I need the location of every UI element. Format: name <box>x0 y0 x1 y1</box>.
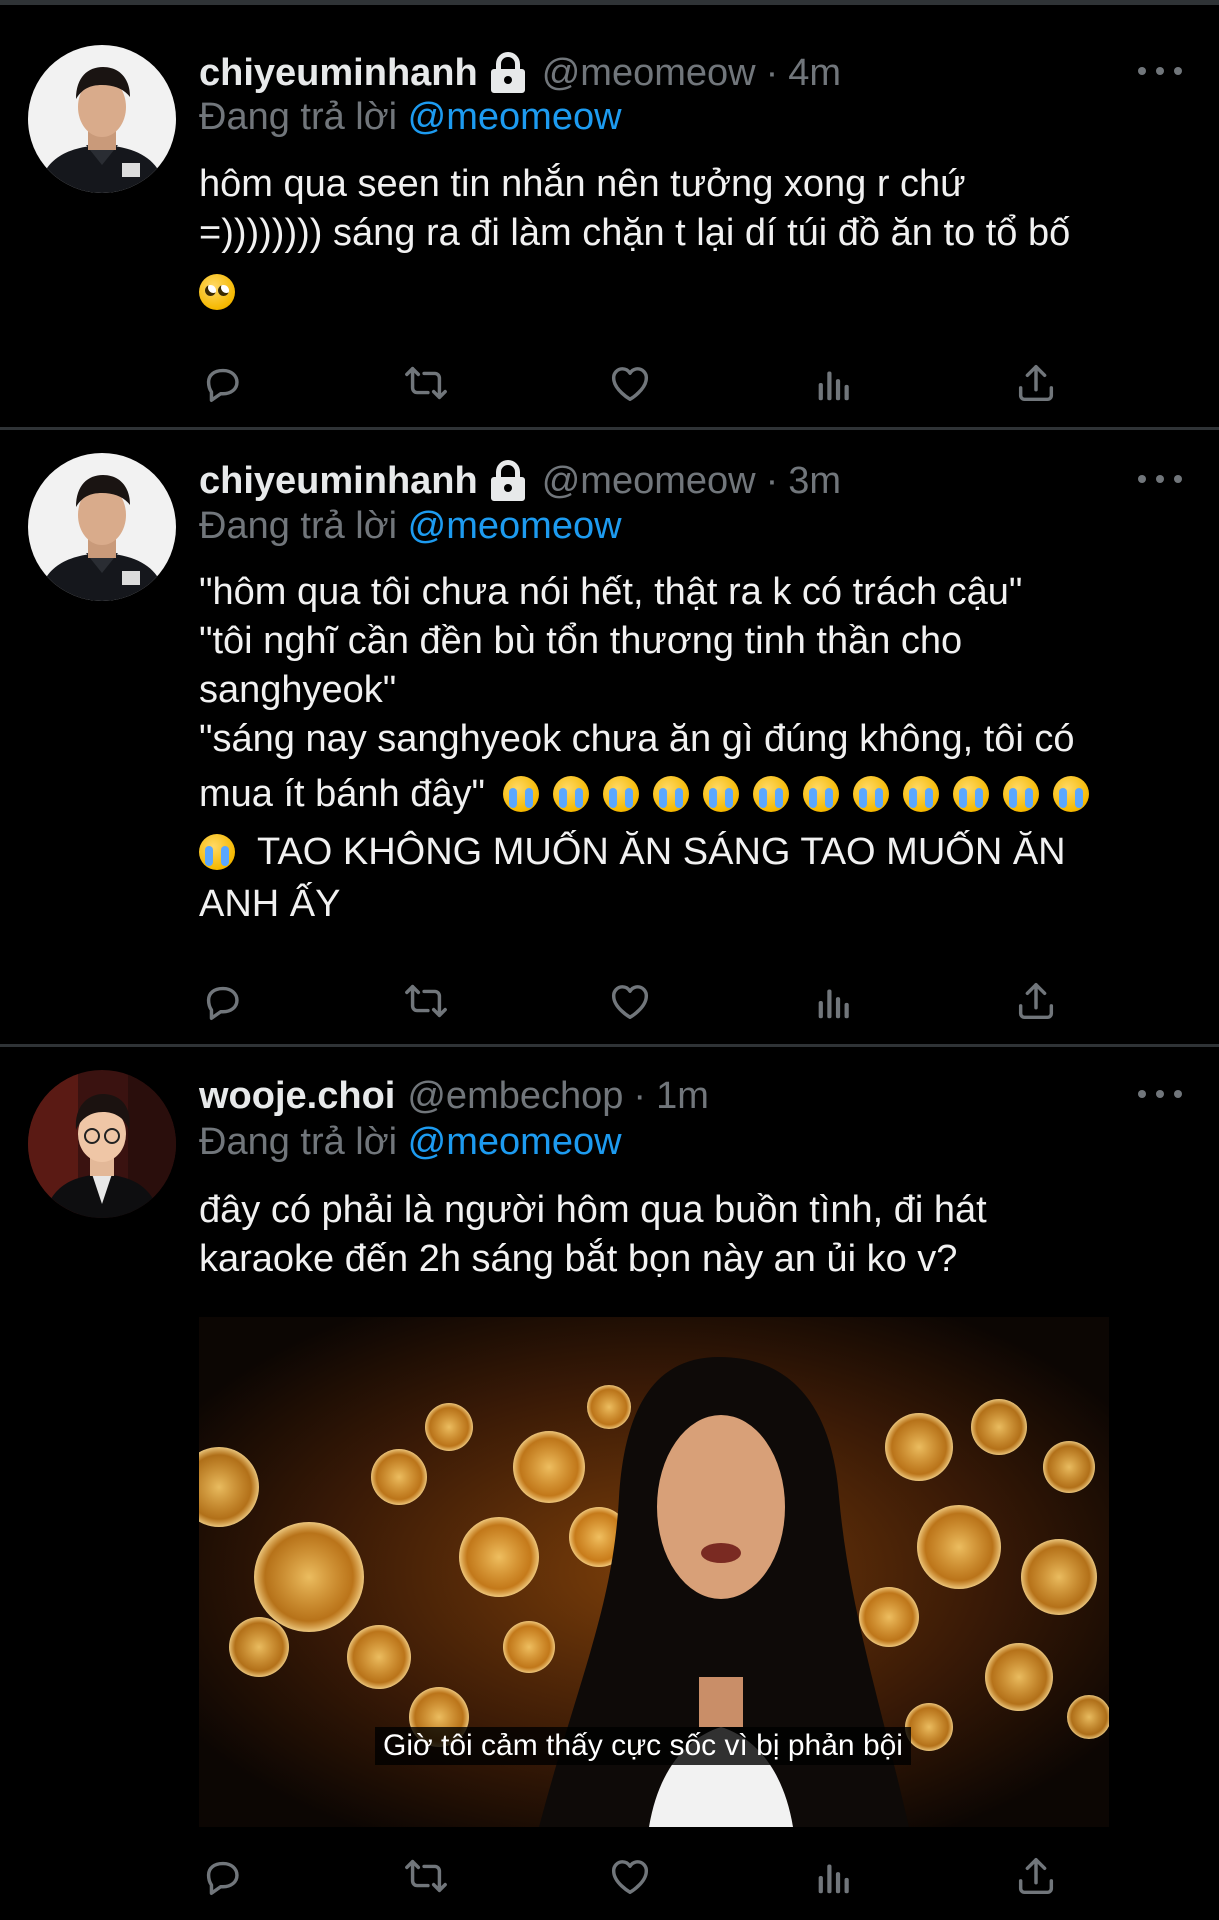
loudly-crying-face-icon <box>653 776 690 812</box>
text-line: =)))))))) sáng ra đi làm chặn t lại dí t… <box>199 212 1071 254</box>
text-line: "hôm qua tôi chưa nói hết, thật ra k có … <box>199 571 1023 613</box>
timestamp[interactable]: 1m <box>656 1075 709 1118</box>
loudly-crying-face-icon <box>1003 776 1040 812</box>
loudly-crying-face-icon <box>803 776 840 812</box>
retweet-icon[interactable] <box>403 1853 449 1899</box>
action-bar <box>199 360 1059 410</box>
like-icon[interactable] <box>607 978 653 1024</box>
loudly-crying-face-icon <box>199 834 235 870</box>
reply-icon[interactable] <box>199 1853 245 1899</box>
separator: · <box>633 1074 647 1117</box>
timeline: chiyeuminhanh @meomeow · 4m Đang trả lời… <box>0 0 1219 1920</box>
display-name[interactable]: chiyeuminhanh <box>199 460 478 503</box>
views-icon[interactable] <box>811 360 857 406</box>
emoji-row <box>199 264 1189 320</box>
timestamp[interactable]: 3m <box>788 460 841 503</box>
divider <box>0 0 1219 5</box>
text-line: đây có phải là người hôm qua buồn tình, … <box>199 1189 987 1231</box>
action-bar <box>199 978 1059 1028</box>
retweet-icon[interactable] <box>403 978 449 1024</box>
handle[interactable]: @meomeow <box>542 52 756 95</box>
media-image[interactable]: Giờ tôi cảm thấy cực sốc vì bị phản bội <box>199 1317 1109 1827</box>
replying-prefix: Đang trả lời <box>199 96 398 138</box>
emoji-row: mua ít bánh đây" <box>199 764 1189 824</box>
timestamp[interactable]: 4m <box>788 52 841 95</box>
replying-to: Đang trả lời @meomeow <box>199 505 622 548</box>
avatar[interactable] <box>28 45 176 193</box>
text-line: "sáng nay sanghyeok chưa ăn gì đúng khôn… <box>199 718 1075 760</box>
more-options-icon[interactable] <box>1138 469 1182 489</box>
loudly-crying-face-icon <box>903 776 940 812</box>
tweet-header: wooje.choi @embechop · 1m <box>199 1071 709 1121</box>
tweet-text: hôm qua seen tin nhắn nên tưởng xong r c… <box>199 160 1189 320</box>
replying-prefix: Đang trả lời <box>199 1121 398 1163</box>
views-icon[interactable] <box>811 1853 857 1899</box>
handle[interactable]: @meomeow <box>542 460 756 503</box>
avatar[interactable] <box>28 1070 176 1218</box>
text-line: karaoke đến 2h sáng bắt bọn này an ủi ko… <box>199 1238 958 1280</box>
divider <box>0 427 1219 430</box>
replying-to: Đang trả lời @meomeow <box>199 1121 622 1164</box>
views-icon[interactable] <box>811 978 857 1024</box>
reply-icon[interactable] <box>199 978 245 1024</box>
loudly-crying-face-icon <box>553 776 590 812</box>
text-line: TAO KHÔNG MUỐN ĂN SÁNG TAO MUỐN ĂN <box>257 830 1066 873</box>
more-options-icon[interactable] <box>1138 61 1182 81</box>
loudly-crying-face-icon <box>603 776 640 812</box>
display-name[interactable]: chiyeuminhanh <box>199 52 478 95</box>
tweet-header: chiyeuminhanh @meomeow · 3m <box>199 456 841 506</box>
avatar[interactable] <box>28 453 176 601</box>
like-icon[interactable] <box>607 1853 653 1899</box>
avatar-image <box>28 453 176 601</box>
tweet-text: đây có phải là người hôm qua buồn tình, … <box>199 1186 1189 1284</box>
loudly-crying-face-icon <box>753 776 790 812</box>
loudly-crying-face-icon <box>703 776 740 812</box>
text-line: mua ít bánh đây" <box>199 772 486 815</box>
loudly-crying-face-icon <box>503 776 540 812</box>
tweet-header: chiyeuminhanh @meomeow · 4m <box>199 48 841 98</box>
divider <box>0 1044 1219 1047</box>
tweet-text: "hôm qua tôi chưa nói hết, thật ra k có … <box>199 568 1189 929</box>
text-line: hôm qua seen tin nhắn nên tưởng xong r c… <box>199 163 966 205</box>
replying-prefix: Đang trả lời <box>199 505 398 547</box>
more-options-icon[interactable] <box>1138 1084 1182 1104</box>
share-icon[interactable] <box>1013 1853 1059 1899</box>
mention-link[interactable]: @meomeow <box>408 505 622 547</box>
replying-to: Đang trả lời @meomeow <box>199 96 622 139</box>
video-caption: Giờ tôi cảm thấy cực sốc vì bị phản bội <box>375 1727 911 1765</box>
separator: · <box>765 459 779 502</box>
face-with-rolling-eyes-icon <box>199 274 235 310</box>
loudly-crying-face-icon <box>1053 776 1090 812</box>
separator: · <box>765 51 779 94</box>
handle[interactable]: @embechop <box>407 1075 623 1118</box>
lock-icon <box>488 51 528 95</box>
reply-icon[interactable] <box>199 360 245 406</box>
display-name[interactable]: wooje.choi <box>199 1075 395 1118</box>
action-bar <box>199 1853 1059 1903</box>
loudly-crying-face-icon <box>853 776 890 812</box>
share-icon[interactable] <box>1013 360 1059 406</box>
text-line: ANH ẤY <box>199 883 341 925</box>
avatar-image <box>28 45 176 193</box>
like-icon[interactable] <box>607 360 653 406</box>
avatar-image <box>28 1070 176 1218</box>
mention-link[interactable]: @meomeow <box>408 96 622 138</box>
loudly-crying-face-icon <box>953 776 990 812</box>
retweet-icon[interactable] <box>403 360 449 406</box>
lock-icon <box>488 459 528 503</box>
share-icon[interactable] <box>1013 978 1059 1024</box>
mention-link[interactable]: @meomeow <box>408 1121 622 1163</box>
text-line: "tôi nghĩ cần đền bù tổn thương tinh thầ… <box>199 620 963 662</box>
text-line: sanghyeok" <box>199 669 397 711</box>
emoji-row: TAO KHÔNG MUỐN ĂN SÁNG TAO MUỐN ĂN <box>199 824 1189 880</box>
